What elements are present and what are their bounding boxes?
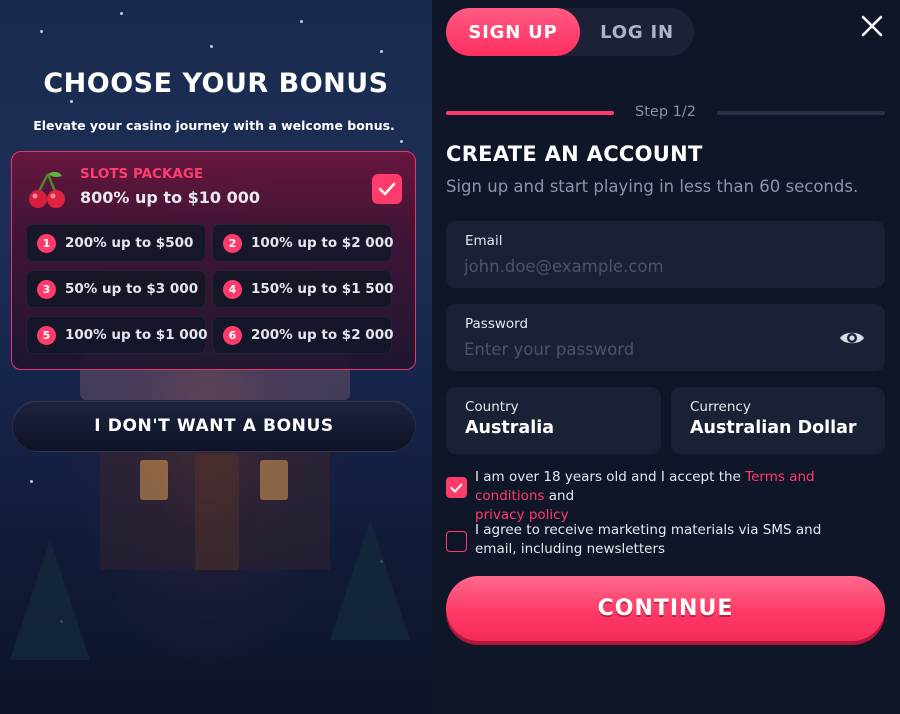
option-number-badge: 5 <box>37 325 56 345</box>
option-text: 150% up to $1 500 <box>251 281 394 297</box>
snowflake <box>210 45 213 48</box>
consent-text: and <box>544 488 575 504</box>
bonus-option-3: 3 50% up to $3 000 <box>26 270 206 308</box>
marketing-consent-text: I agree to receive marketing materials v… <box>475 522 822 557</box>
country-value: Australia <box>465 418 555 438</box>
option-number-badge: 4 <box>223 279 242 299</box>
checkmark-icon <box>378 182 396 196</box>
currency-value: Australian Dollar <box>690 418 857 438</box>
age-terms-consent-text: I am over 18 years old and I accept the … <box>475 468 887 525</box>
bonus-option-5: 5 100% up to $1 000 <box>26 316 208 354</box>
checkmark-icon <box>450 483 463 492</box>
tab-log-in[interactable]: LOG IN <box>580 8 694 56</box>
bonus-title: CHOOSE YOUR BONUS <box>43 68 389 99</box>
snowflake <box>400 140 403 143</box>
snowflake <box>30 480 33 483</box>
option-text: 100% up to $1 000 <box>65 327 208 343</box>
no-bonus-button[interactable]: I DON'T WANT A BONUS <box>12 400 416 452</box>
step-indicator: Step 1/2 <box>635 104 696 120</box>
option-text: 200% up to $2 000 <box>251 327 394 343</box>
age-terms-checkbox[interactable] <box>446 477 467 498</box>
auth-tabs: SIGN UP LOG IN <box>446 8 694 56</box>
bonus-option-2: 2 100% up to $2 000 <box>212 224 394 262</box>
slots-package-card[interactable]: SLOTS PACKAGE 800% up to $10 000 1 200% … <box>11 151 416 370</box>
continue-button[interactable]: CONTINUE <box>446 576 885 641</box>
email-input[interactable] <box>464 253 804 279</box>
option-number-badge: 3 <box>37 279 56 299</box>
package-name: SLOTS PACKAGE <box>80 166 204 182</box>
snowflake <box>40 30 43 33</box>
email-label: Email <box>465 233 503 249</box>
option-text: 100% up to $2 000 <box>251 235 394 251</box>
snowflake <box>70 100 73 103</box>
option-number-badge: 2 <box>223 233 242 253</box>
tab-sign-up[interactable]: SIGN UP <box>446 8 580 56</box>
country-select[interactable]: Country Australia <box>446 387 661 454</box>
option-number-badge: 6 <box>223 325 242 345</box>
password-label: Password <box>465 316 529 332</box>
bonus-subtitle: Elevate your casino journey with a welco… <box>33 118 395 133</box>
consent-text: I am over 18 years old and I accept the <box>475 469 746 485</box>
option-text: 50% up to $3 000 <box>65 281 199 297</box>
snowflake <box>380 50 383 53</box>
bonus-panel: CHOOSE YOUR BONUS Elevate your casino jo… <box>0 0 432 714</box>
cherry-icon <box>29 171 65 208</box>
show-password-eye-icon[interactable] <box>839 328 865 348</box>
password-field-container: Password <box>446 304 885 371</box>
step-progress-empty <box>717 111 885 115</box>
email-field-container: Email <box>446 221 885 288</box>
bonus-option-1: 1 200% up to $500 <box>26 224 206 262</box>
bonus-option-4: 4 150% up to $1 500 <box>212 270 394 308</box>
option-number-badge: 1 <box>37 233 56 253</box>
country-label: Country <box>465 399 519 415</box>
close-icon[interactable] <box>858 12 886 40</box>
bonus-option-6: 6 200% up to $2 000 <box>212 316 394 354</box>
background-tree <box>10 540 90 660</box>
password-input[interactable] <box>464 336 804 362</box>
form-title: CREATE AN ACCOUNT <box>446 142 703 166</box>
option-text: 200% up to $500 <box>65 235 194 251</box>
currency-select[interactable]: Currency Australian Dollar <box>671 387 885 454</box>
step-progress-filled <box>446 111 614 115</box>
background-tree <box>330 520 410 640</box>
package-amount: 800% up to $10 000 <box>80 188 260 207</box>
currency-label: Currency <box>690 399 751 415</box>
snowflake <box>120 12 123 15</box>
form-subtitle: Sign up and start playing in less than 6… <box>446 177 859 196</box>
package-selected-checkbox[interactable] <box>372 174 402 204</box>
snowflake <box>300 20 303 23</box>
marketing-checkbox[interactable] <box>446 531 467 552</box>
